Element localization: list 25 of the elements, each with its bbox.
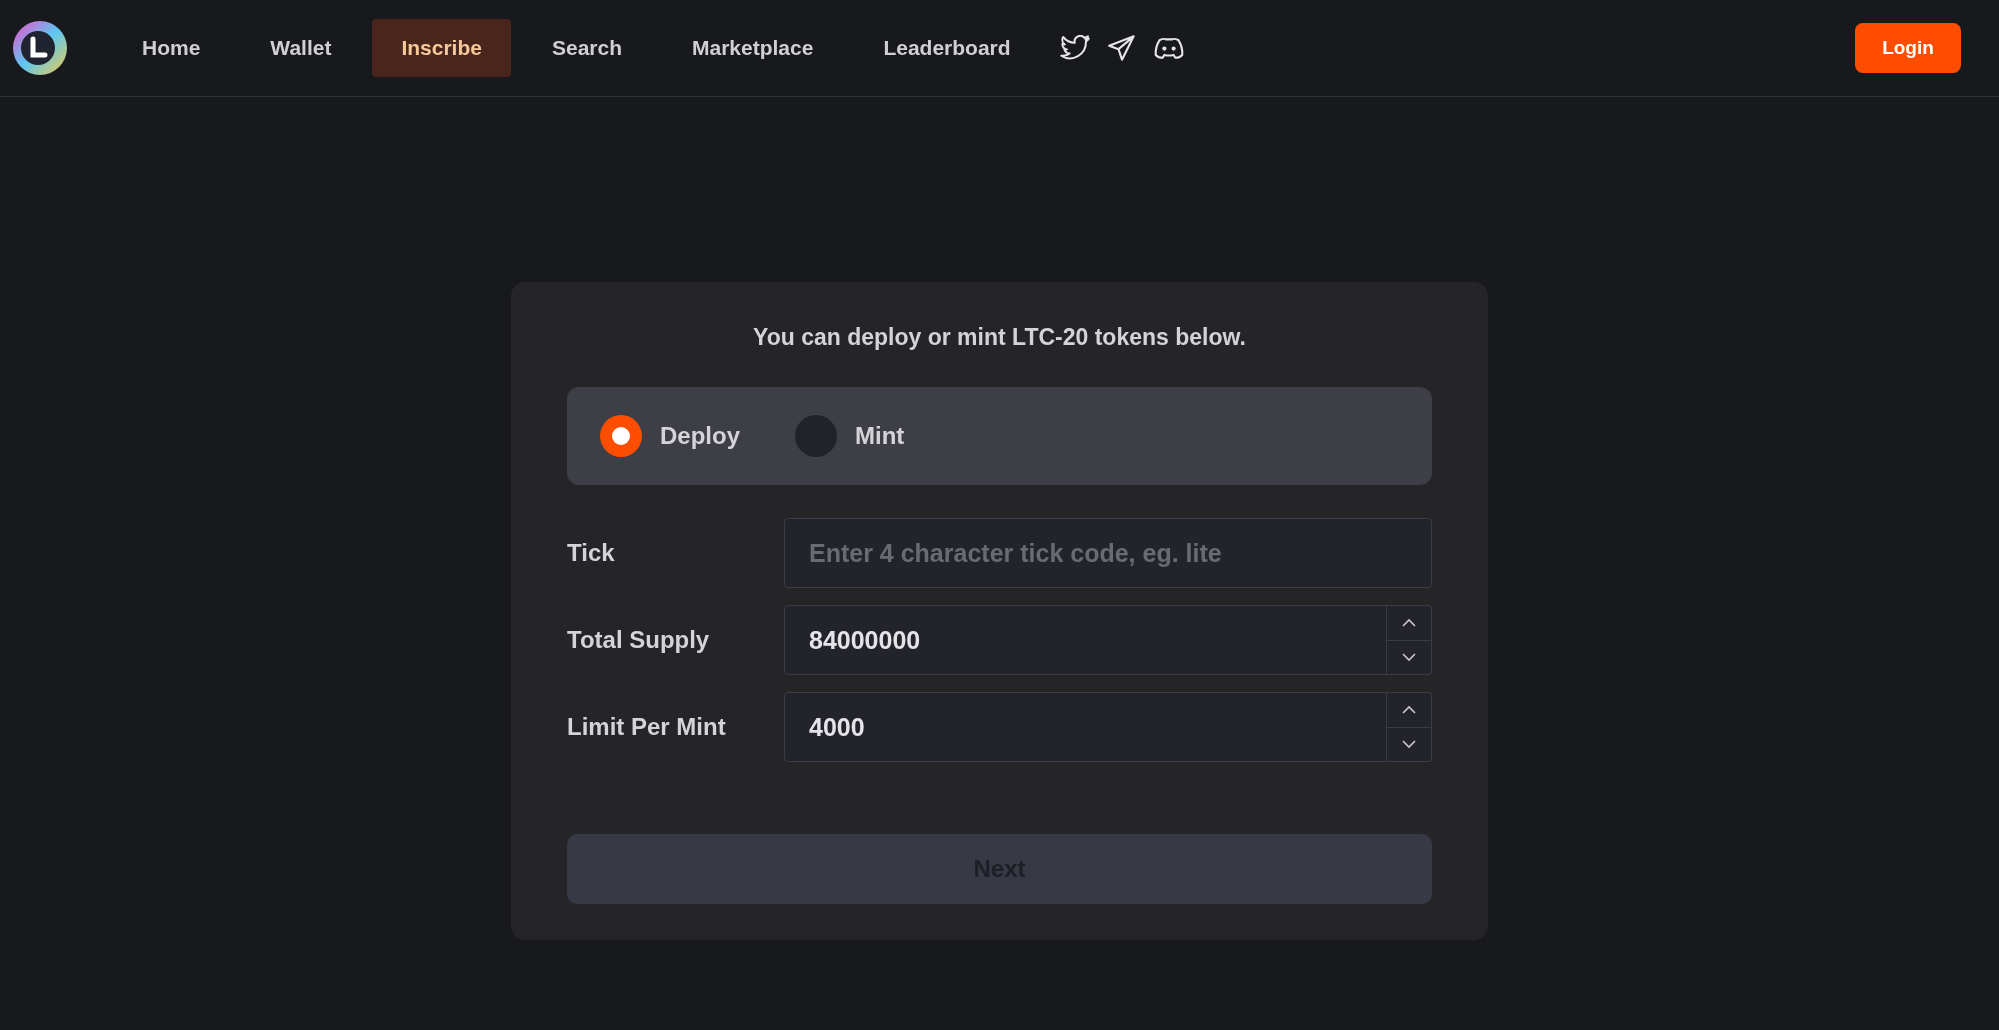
input-field[interactable]: Enter 4 character tick code, eg. lite <box>784 518 1432 588</box>
radio-icon[interactable] <box>600 415 642 457</box>
mode-radio[interactable]: Deploy <box>600 415 740 457</box>
nav-link[interactable]: Wallet <box>241 19 361 77</box>
paper-plane-icon[interactable] <box>1107 35 1136 61</box>
number-field[interactable]: 4000 <box>784 692 1387 762</box>
mode-label: Mint <box>855 422 905 450</box>
bird-icon[interactable] <box>1059 35 1090 61</box>
field-label: Tick <box>567 539 616 567</box>
nav-link[interactable]: Marketplace <box>663 19 843 77</box>
logo-icon[interactable] <box>13 21 67 75</box>
number-field[interactable]: 84000000 <box>784 605 1387 675</box>
nav-link[interactable]: Home <box>113 19 230 77</box>
mode-radio[interactable]: Mint <box>795 415 905 457</box>
stepper-control[interactable] <box>1387 692 1432 762</box>
field-label: Total Supply <box>567 626 711 654</box>
radio-icon[interactable] <box>795 415 837 457</box>
game-controller-icon[interactable] <box>1153 36 1184 60</box>
nav-link[interactable]: Leaderboard <box>854 19 1040 77</box>
nav-link[interactable]: Inscribe <box>372 19 511 77</box>
stepper-control[interactable] <box>1387 605 1432 675</box>
nav-link[interactable]: Search <box>522 19 651 77</box>
mode-label: Deploy <box>660 422 740 450</box>
form-heading: You can deploy or mint LTC-20 tokens below. <box>752 324 1247 351</box>
field-label: Limit Per Mint <box>567 713 727 741</box>
